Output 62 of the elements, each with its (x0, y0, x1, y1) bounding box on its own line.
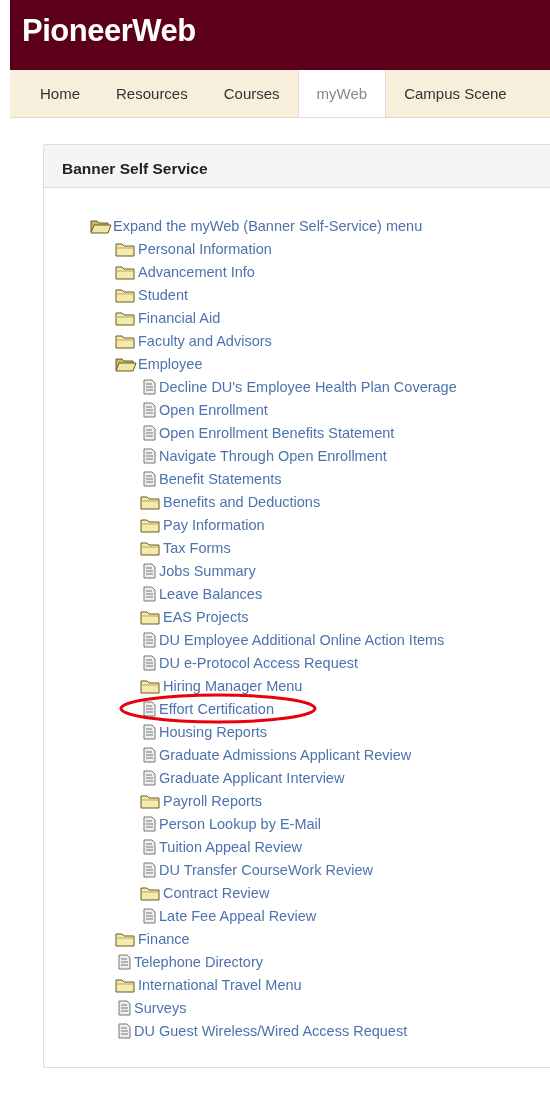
menu-link[interactable]: Decline DU's Employee Health Plan Coverage (159, 376, 457, 397)
document-icon (140, 447, 158, 464)
document-icon (140, 815, 158, 832)
menu-link[interactable]: Tuition Appeal Review (159, 836, 302, 857)
nav-tab[interactable]: Home (22, 70, 98, 117)
menu-folder-link[interactable]: Personal Information (138, 238, 272, 259)
panel-title: Banner Self Service (44, 145, 550, 188)
menu-folder-link[interactable]: Expand the myWeb (Banner Self-Service) menu (113, 215, 423, 236)
document-icon (115, 1022, 133, 1039)
menu-folder-link[interactable]: EAS Projects (163, 606, 249, 627)
nav-tab[interactable]: Courses (205, 70, 298, 117)
menu-folder-link[interactable]: Financial Aid (138, 307, 221, 328)
document-icon (140, 700, 158, 717)
document-icon (115, 953, 133, 970)
document-icon (140, 861, 158, 878)
document-icon (140, 562, 158, 579)
menu-link[interactable]: Open Enrollment (159, 399, 268, 420)
menu-link[interactable]: Late Fee Appeal Review (159, 905, 317, 926)
menu-link[interactable]: Person Lookup by E-Mail (159, 813, 321, 834)
document-icon (140, 585, 158, 602)
nav-tab[interactable]: Campus Scene (386, 70, 525, 117)
document-icon (140, 424, 158, 441)
menu-link[interactable]: DU Employee Additional Online Action Items (159, 629, 445, 650)
menu-folder-link[interactable]: International Travel Menu (138, 974, 302, 995)
document-icon (115, 999, 133, 1016)
menu-folder-link[interactable]: Finance (138, 928, 190, 949)
menu-link[interactable]: Navigate Through Open Enrollment (159, 445, 387, 466)
document-icon (140, 746, 158, 763)
document-icon (140, 907, 158, 924)
menu-link[interactable]: Benefit Statements (159, 468, 282, 489)
menu-link[interactable]: Housing Reports (159, 721, 267, 742)
menu-link[interactable]: Telephone Directory (134, 951, 263, 972)
nav-tab[interactable]: myWeb (297, 70, 387, 117)
menu-link[interactable]: DU Guest Wireless/Wired Access Request (134, 1020, 408, 1041)
document-icon (140, 378, 158, 395)
menu-folder-link[interactable]: Employee (138, 353, 203, 374)
menu-link[interactable]: Leave Balances (159, 583, 263, 604)
menu-link[interactable]: DU Transfer CourseWork Review (159, 859, 374, 880)
document-icon (140, 654, 158, 671)
menu-link[interactable]: Jobs Summary (159, 560, 256, 581)
menu-link[interactable]: Surveys (134, 997, 187, 1018)
menu-folder-link[interactable]: Contract Review (163, 882, 270, 903)
document-icon (140, 631, 158, 648)
menu-link[interactable]: Open Enrollment Benefits Statement (159, 422, 395, 443)
menu-link[interactable]: Graduate Admissions Applicant Review (159, 744, 412, 765)
document-icon (140, 401, 158, 418)
document-icon (140, 769, 158, 786)
document-icon (140, 470, 158, 487)
menu-folder-link[interactable]: Pay Information (163, 514, 265, 535)
document-icon (140, 838, 158, 855)
menu-folder-link[interactable]: Student (138, 284, 188, 305)
menu-link[interactable]: Graduate Applicant Interview (159, 767, 345, 788)
menu-folder-link[interactable]: Benefits and Deductions (163, 491, 321, 512)
site-title: PioneerWeb (22, 12, 197, 50)
nav-tab[interactable]: Resources (98, 70, 206, 117)
menu-folder-link[interactable]: Tax Forms (163, 537, 231, 558)
menu-folder-link[interactable]: Hiring Manager Menu (163, 675, 303, 696)
menu-folder-link[interactable]: Advancement Info (138, 261, 255, 282)
menu-link[interactable]: DU e-Protocol Access Request (159, 652, 359, 673)
document-icon (140, 723, 158, 740)
menu-folder-link[interactable]: Payroll Reports (163, 790, 263, 811)
menu-folder-link[interactable]: Faculty and Advisors (138, 330, 272, 351)
